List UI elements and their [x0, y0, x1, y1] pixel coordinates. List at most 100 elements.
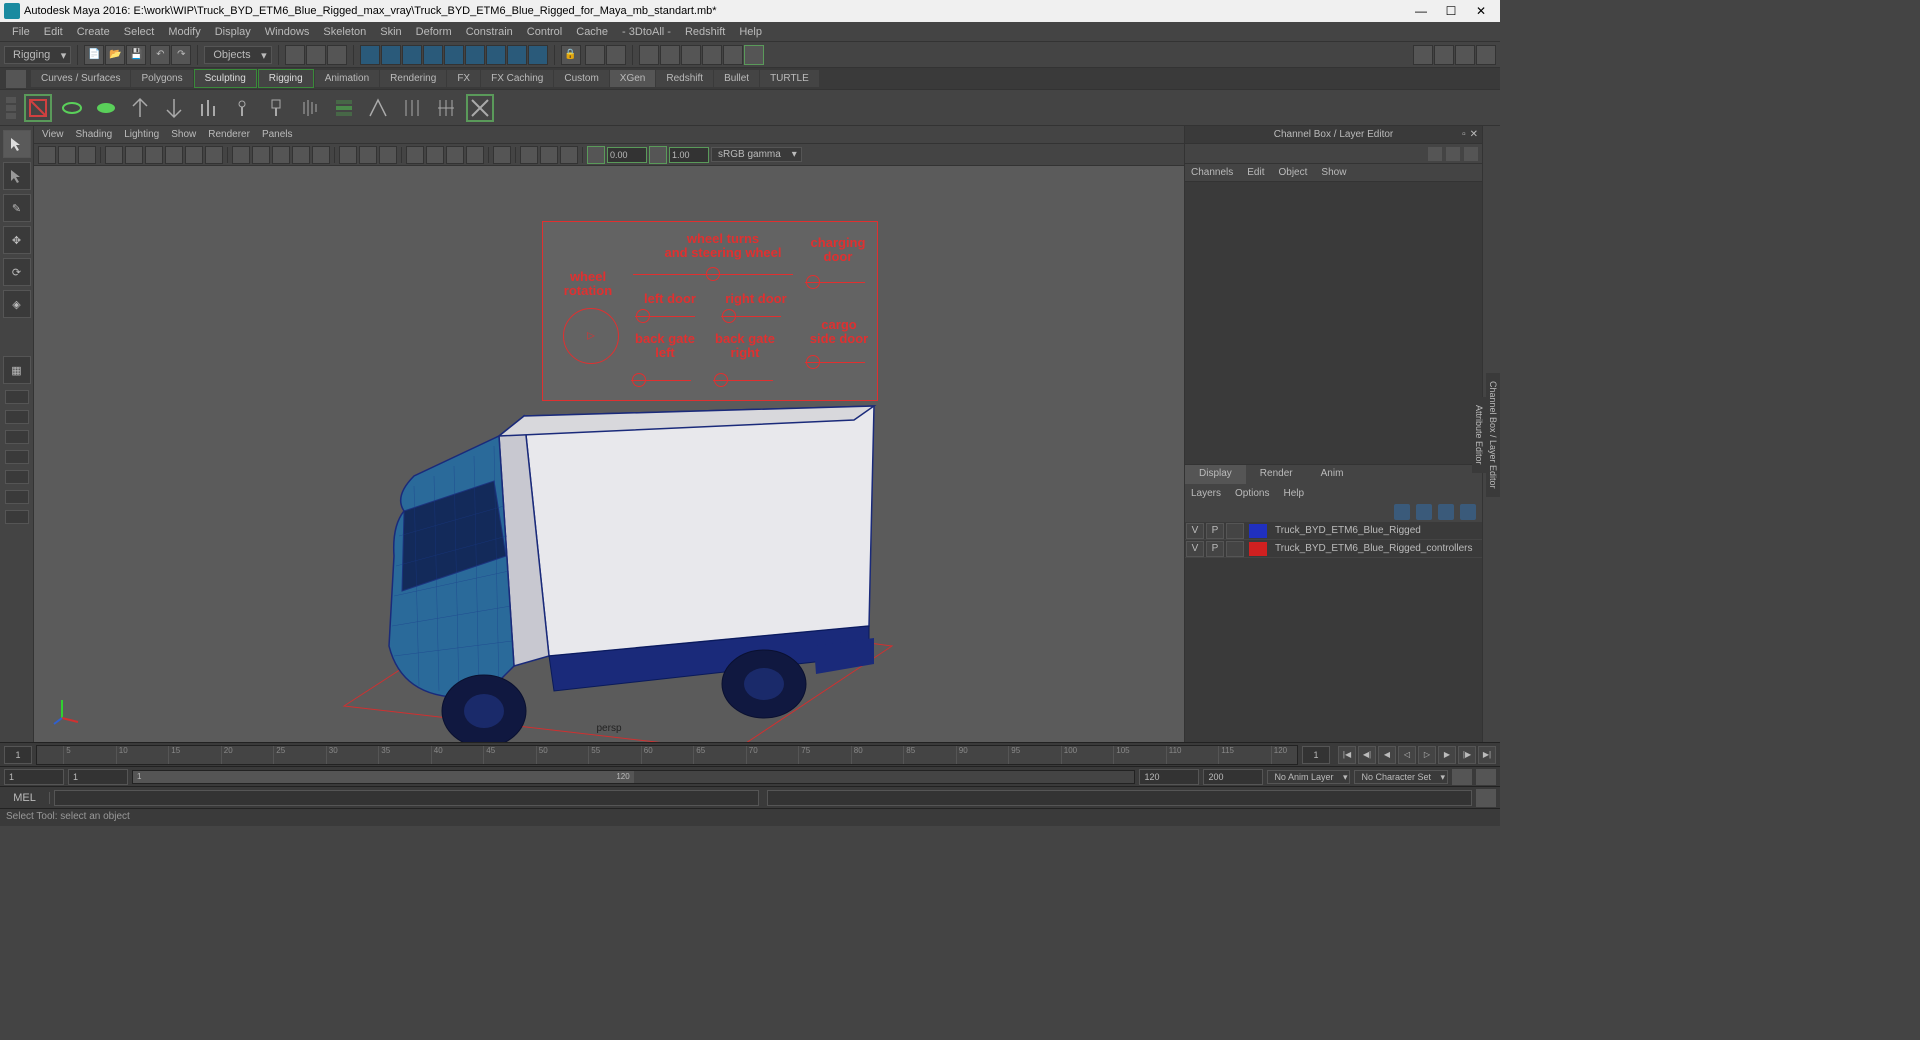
- layer-display-type[interactable]: [1226, 523, 1244, 539]
- snap-toggle-icon[interactable]: [507, 45, 527, 65]
- select-by-component-icon[interactable]: [327, 45, 347, 65]
- panel-layout-2-icon[interactable]: [1434, 45, 1454, 65]
- undo-icon[interactable]: ↶: [150, 45, 170, 65]
- menu-control[interactable]: Control: [521, 24, 568, 40]
- shelf-tab-polygons[interactable]: Polygons: [131, 70, 192, 87]
- menu--3dtoall-[interactable]: - 3DtoAll -: [616, 24, 677, 40]
- menu-create[interactable]: Create: [71, 24, 116, 40]
- snap-point-icon[interactable]: [402, 45, 422, 65]
- vp-dof-icon[interactable]: [466, 146, 484, 164]
- shelf-tab-curves-surfaces[interactable]: Curves / Surfaces: [31, 70, 130, 87]
- rig-back-gate-left-knob[interactable]: [632, 373, 646, 387]
- vp-grid-icon[interactable]: [105, 146, 123, 164]
- character-set-dropdown[interactable]: No Character Set: [1354, 770, 1448, 784]
- menu-file[interactable]: File: [6, 24, 36, 40]
- range-inner-start-input[interactable]: [68, 769, 128, 785]
- ipr-render-icon[interactable]: [660, 45, 680, 65]
- vp-menu-renderer[interactable]: Renderer: [208, 129, 250, 140]
- menu-deform[interactable]: Deform: [410, 24, 458, 40]
- shelf-tool-8-icon[interactable]: [262, 94, 290, 122]
- redo-icon[interactable]: ↷: [171, 45, 191, 65]
- truck-model[interactable]: [344, 396, 904, 742]
- paint-select-tool[interactable]: ✎: [3, 194, 31, 222]
- autokey-icon[interactable]: [1452, 769, 1472, 785]
- layer-new-selected-icon[interactable]: [1460, 504, 1476, 520]
- vp-shaded-icon[interactable]: [252, 146, 270, 164]
- command-input[interactable]: [54, 790, 759, 806]
- rig-control-panel[interactable]: wheelrotation wheel turnsand steering wh…: [542, 221, 878, 401]
- layout-small-2[interactable]: [5, 410, 29, 424]
- layer-display-type[interactable]: [1226, 541, 1244, 557]
- lasso-tool[interactable]: [3, 162, 31, 190]
- vp-poly-icon[interactable]: [520, 146, 538, 164]
- render-settings-icon[interactable]: [681, 45, 701, 65]
- range-track[interactable]: 1120: [132, 770, 1135, 784]
- viewport-3d[interactable]: wheelrotation wheel turnsand steering wh…: [34, 166, 1184, 742]
- vp-multi-sample-icon[interactable]: [446, 146, 464, 164]
- rig-charging-door-knob[interactable]: [806, 275, 820, 289]
- side-tab-channel-box-layer-editor[interactable]: Channel Box / Layer Editor: [1486, 373, 1500, 497]
- vp-lights-icon[interactable]: [292, 146, 310, 164]
- selection-mode-dropdown[interactable]: Objects: [204, 46, 271, 64]
- vp-safe-action-icon[interactable]: [185, 146, 203, 164]
- snap-grid-icon[interactable]: [360, 45, 380, 65]
- vp-bookmark-icon[interactable]: [58, 146, 76, 164]
- go-to-start-icon[interactable]: |◀: [1338, 746, 1356, 764]
- layout-small-1[interactable]: [5, 390, 29, 404]
- shelf-tab-sculpting[interactable]: Sculpting: [194, 69, 257, 88]
- current-frame-end[interactable]: 1: [1302, 746, 1330, 764]
- vp-menu-view[interactable]: View: [42, 129, 64, 140]
- vp-film-gate-icon[interactable]: [125, 146, 143, 164]
- rig-back-gate-right-knob[interactable]: [714, 373, 728, 387]
- layer-menu-layers[interactable]: Layers: [1191, 488, 1221, 499]
- vp-image-plane-icon[interactable]: [78, 146, 96, 164]
- layer-tab-display[interactable]: Display: [1185, 465, 1246, 484]
- snap-abs-icon[interactable]: [528, 45, 548, 65]
- shelf-tool-1-icon[interactable]: [24, 94, 52, 122]
- vp-menu-lighting[interactable]: Lighting: [124, 129, 159, 140]
- select-tool[interactable]: [3, 130, 31, 158]
- shelf-tool-12-icon[interactable]: [398, 94, 426, 122]
- shelf-tab-redshift[interactable]: Redshift: [656, 70, 713, 87]
- menu-skeleton[interactable]: Skeleton: [317, 24, 372, 40]
- vp-textured-icon[interactable]: [272, 146, 290, 164]
- cb-menu-show[interactable]: Show: [1321, 167, 1346, 178]
- vp-xray-icon[interactable]: [359, 146, 377, 164]
- render-globals-icon[interactable]: [744, 45, 764, 65]
- layer-tab-anim[interactable]: Anim: [1307, 465, 1358, 484]
- panel-layout-4-icon[interactable]: [1476, 45, 1496, 65]
- shelf-tab-custom[interactable]: Custom: [554, 70, 608, 87]
- vp-nurbs-icon[interactable]: [540, 146, 558, 164]
- shelf-tab-fx-caching[interactable]: FX Caching: [481, 70, 553, 87]
- panel-undock-icon[interactable]: ▫: [1462, 129, 1466, 140]
- panel-layout-1-icon[interactable]: [1413, 45, 1433, 65]
- rig-cargo-side-door-knob[interactable]: [806, 355, 820, 369]
- layout-small-6[interactable]: [5, 490, 29, 504]
- time-slider[interactable]: 1 51015202530354045505560657075808590951…: [0, 742, 1500, 766]
- cb-icon-1[interactable]: [1428, 147, 1442, 161]
- panel-layout-3-icon[interactable]: [1455, 45, 1475, 65]
- vp-shadows-icon[interactable]: [312, 146, 330, 164]
- save-scene-icon[interactable]: 💾: [126, 45, 146, 65]
- menu-cache[interactable]: Cache: [570, 24, 614, 40]
- layout-tool-1[interactable]: ▦: [3, 356, 31, 384]
- open-scene-icon[interactable]: 📂: [105, 45, 125, 65]
- layout-small-3[interactable]: [5, 430, 29, 444]
- menu-windows[interactable]: Windows: [259, 24, 316, 40]
- workspace-dropdown[interactable]: Rigging: [4, 46, 71, 64]
- menu-display[interactable]: Display: [209, 24, 257, 40]
- menu-skin[interactable]: Skin: [374, 24, 407, 40]
- step-forward-icon[interactable]: ▶: [1438, 746, 1456, 764]
- time-track[interactable]: 5101520253035404550556065707580859095100…: [36, 745, 1298, 765]
- go-to-end-icon[interactable]: ▶|: [1478, 746, 1496, 764]
- render-icon[interactable]: [639, 45, 659, 65]
- vp-ao-icon[interactable]: [406, 146, 424, 164]
- shelf-tool-10-icon[interactable]: [330, 94, 358, 122]
- shelf-tool-5-icon[interactable]: [160, 94, 188, 122]
- layer-color-swatch[interactable]: [1249, 542, 1267, 556]
- shelf-tab-fx[interactable]: FX: [447, 70, 480, 87]
- minimize-button[interactable]: —: [1406, 4, 1436, 18]
- close-button[interactable]: ✕: [1466, 4, 1496, 18]
- vp-isolate-icon[interactable]: [339, 146, 357, 164]
- lock-selection-icon[interactable]: 🔒: [561, 45, 581, 65]
